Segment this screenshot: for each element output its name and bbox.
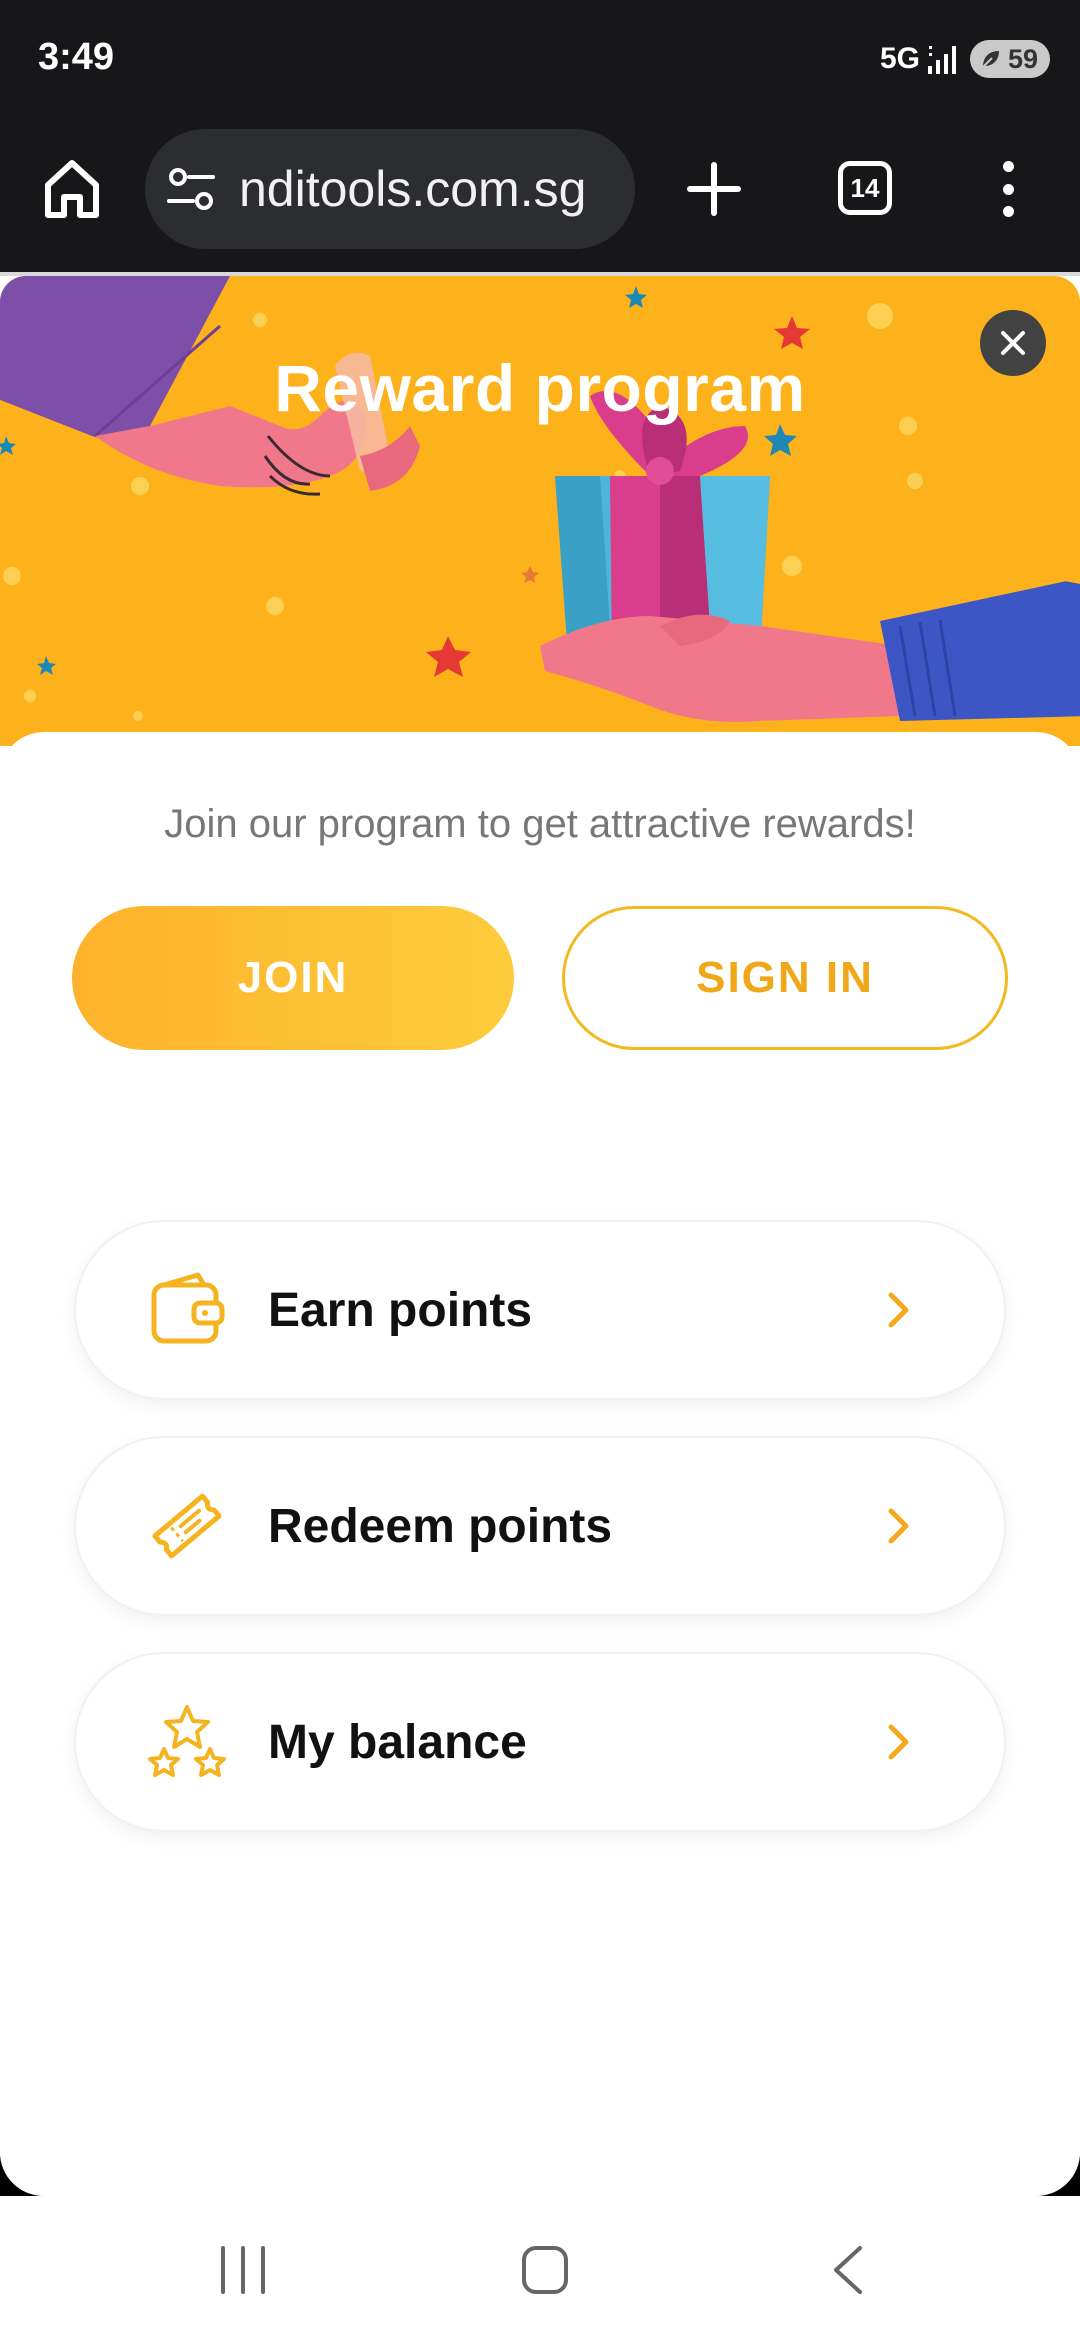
close-icon (1001, 331, 1025, 355)
reward-tagline: Join our program to get attractive rewar… (164, 802, 916, 846)
gift-exchange-illustration (0, 276, 1080, 722)
web-page: Reward program Join our program to get a… (0, 272, 1080, 2196)
battery-indicator: 59 (970, 40, 1050, 78)
browser-toolbar: nditools.com.sg 14 (0, 125, 1080, 272)
battery-saver-icon (982, 51, 999, 68)
tab-switcher-button[interactable]: 14 (838, 161, 892, 215)
site-settings-icon[interactable] (167, 167, 215, 211)
redeem-points-item[interactable]: Redeem points (74, 1436, 1006, 1616)
system-nav-bar (0, 2196, 1080, 2340)
my-balance-item[interactable]: My balance (74, 1652, 1006, 1832)
status-icons: 5G 59 (880, 40, 1050, 78)
chevron-right-icon (888, 1292, 909, 1328)
join-button[interactable]: JOIN (72, 906, 514, 1050)
signal-icon (928, 46, 956, 74)
network-label: 5G (879, 42, 920, 75)
banner-title: Reward program (274, 351, 806, 425)
url-text[interactable]: nditools.com.sg (239, 160, 586, 218)
stars-icon (148, 1705, 226, 1777)
chevron-right-icon (888, 1508, 909, 1544)
home-nav-icon[interactable] (520, 2244, 570, 2296)
redeem-points-label: Redeem points (268, 1499, 613, 1553)
more-menu-icon[interactable] (996, 161, 1020, 217)
earn-points-label: Earn points (268, 1283, 533, 1337)
ticket-icon (152, 1493, 222, 1559)
new-tab-icon[interactable] (686, 161, 742, 217)
chevron-right-icon (888, 1724, 909, 1760)
home-icon[interactable] (42, 157, 102, 221)
recent-apps-icon[interactable] (218, 2244, 268, 2296)
battery-level: 59 (1007, 43, 1038, 74)
status-time: 3:49 (38, 36, 115, 78)
my-balance-label: My balance (268, 1715, 527, 1769)
close-button[interactable] (980, 310, 1046, 376)
status-bar: 3:49 5G 59 (0, 0, 1080, 125)
sign-in-button[interactable]: SIGN IN (562, 906, 1008, 1050)
earn-points-item[interactable]: Earn points (74, 1220, 1006, 1400)
reward-panel: Join our program to get attractive rewar… (0, 732, 1080, 2196)
wallet-icon (151, 1272, 225, 1344)
back-nav-icon[interactable] (828, 2244, 868, 2296)
reward-banner: Reward program (0, 276, 1080, 746)
address-bar[interactable]: nditools.com.sg (145, 129, 635, 249)
